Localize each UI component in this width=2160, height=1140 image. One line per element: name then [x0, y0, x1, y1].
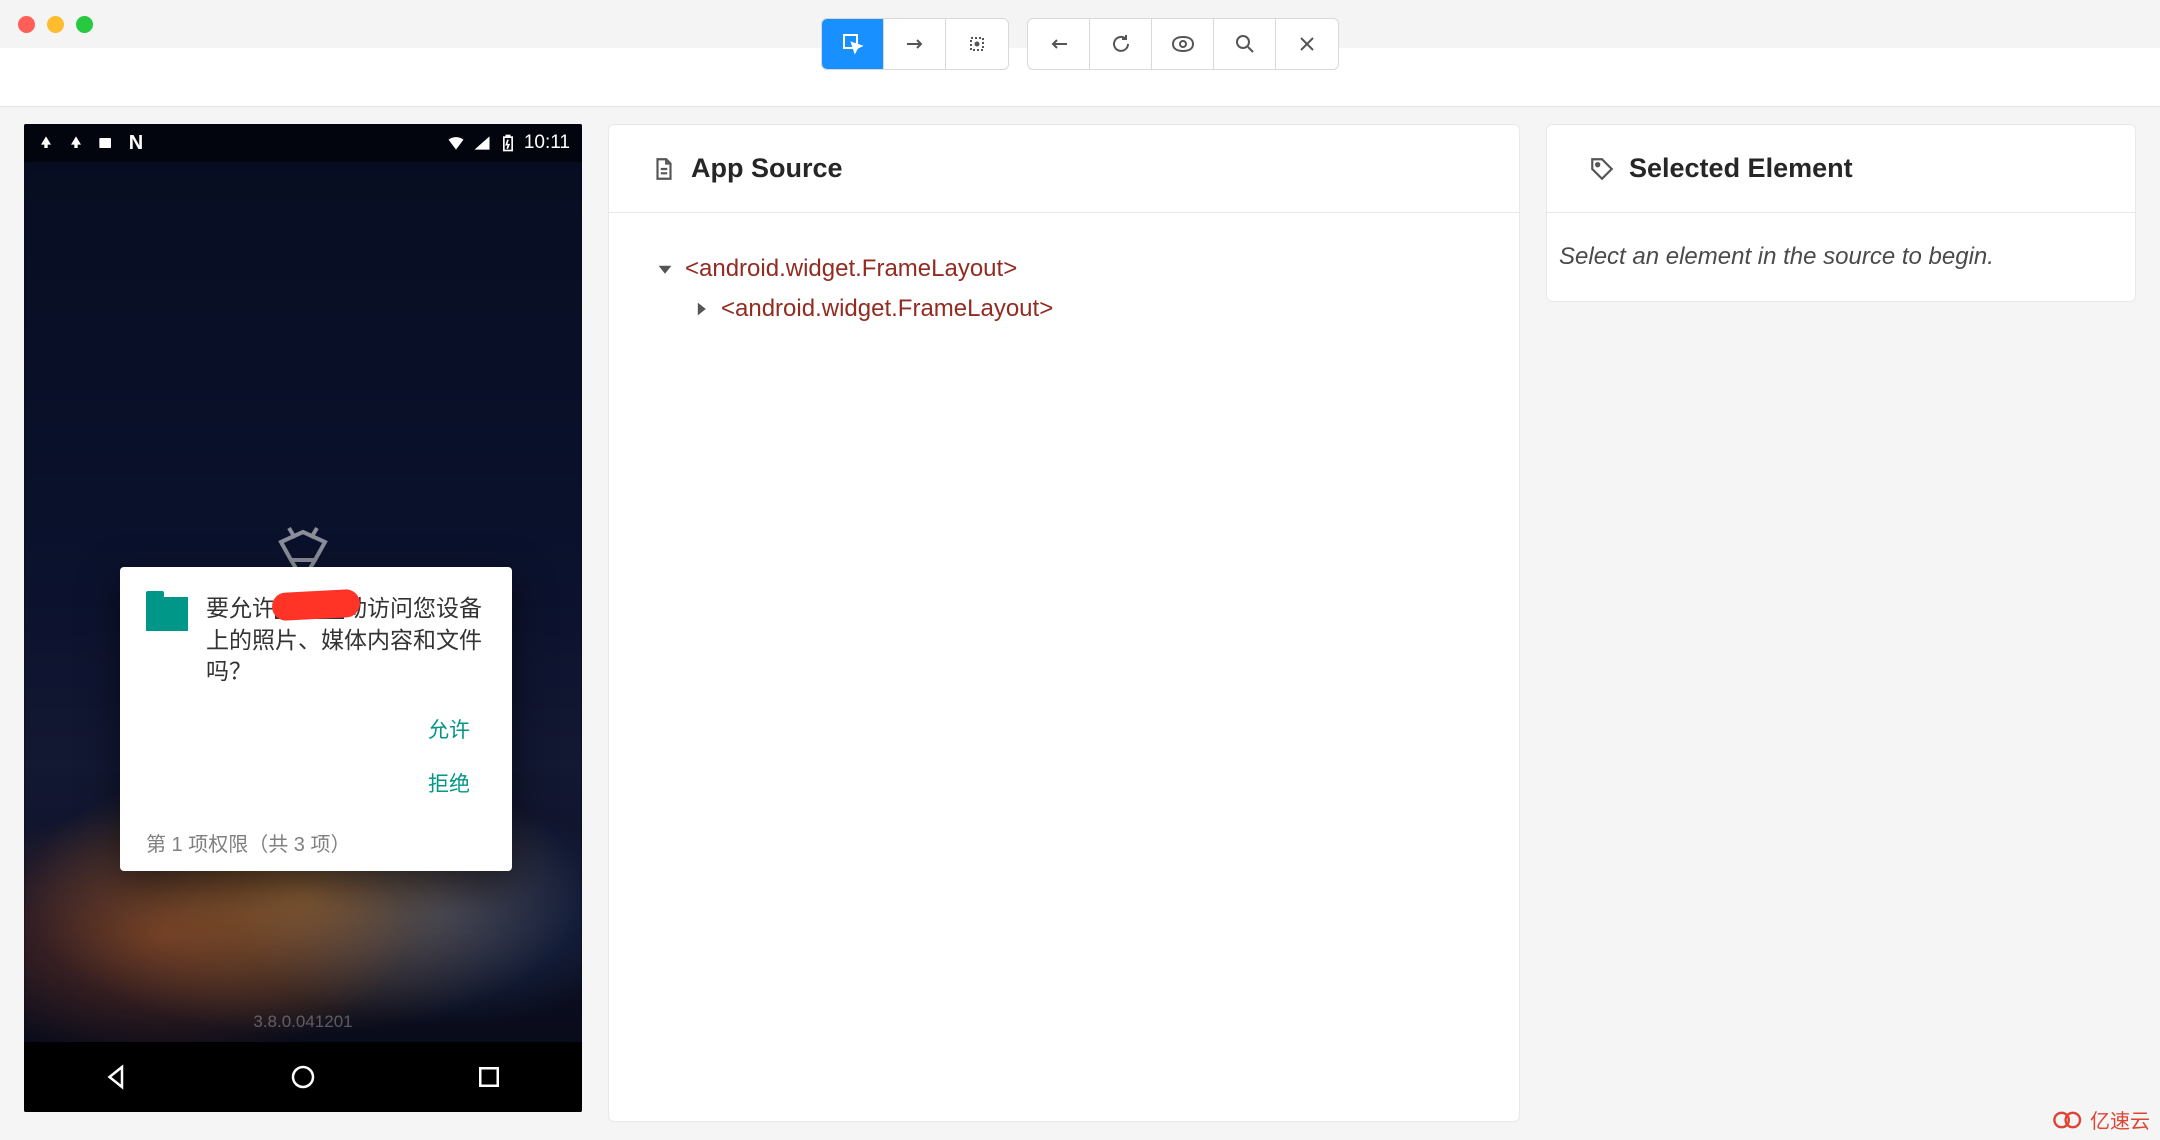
- watermark-text: 亿速云: [2090, 1105, 2150, 1134]
- file-icon: [651, 156, 677, 182]
- n-icon: N: [126, 133, 146, 153]
- allow-button[interactable]: 允许: [420, 702, 478, 756]
- swipe-button[interactable]: [884, 19, 946, 69]
- record-button[interactable]: [1152, 19, 1214, 69]
- android-status-bar: N 10:11: [24, 124, 582, 162]
- permission-dialog: 要允许▇▇▇动访问您设备上的照片、媒体内容和文件吗？ 允许 拒绝 第 1 项权限…: [120, 567, 512, 871]
- nav-home-button[interactable]: [288, 1062, 318, 1092]
- main-area: N 10:11 要允许▇▇▇动访问您设备上的照片、媒体内容和文件吗？ 允许 拒绝: [0, 106, 2160, 1140]
- select-element-button[interactable]: [822, 19, 884, 69]
- app-source-title: App Source: [691, 153, 843, 184]
- notification-icon: [66, 133, 86, 153]
- window-close-button[interactable]: [18, 16, 35, 33]
- app-source-panel: App Source <android.widget.FrameLayout> …: [608, 124, 1520, 1122]
- dialog-message: 要允许▇▇▇动访问您设备上的照片、媒体内容和文件吗？: [206, 593, 486, 688]
- battery-icon: [498, 133, 518, 153]
- watermark: 亿速云: [2052, 1105, 2150, 1134]
- selected-placeholder: Select an element in the source to begin…: [1547, 213, 2135, 301]
- redaction-mark: [271, 589, 360, 622]
- wifi-icon: [446, 133, 466, 153]
- android-navbar: [24, 1042, 582, 1112]
- folder-icon: [146, 597, 188, 631]
- tree-label: <android.widget.FrameLayout>: [685, 255, 1017, 283]
- dialog-counter: 第 1 项权限（共 3 项）: [120, 820, 512, 871]
- tree-node-child[interactable]: <android.widget.FrameLayout>: [693, 289, 1471, 329]
- back-button[interactable]: [1028, 19, 1090, 69]
- selected-element-title: Selected Element: [1629, 153, 1853, 184]
- device-screenshot[interactable]: N 10:11 要允许▇▇▇动访问您设备上的照片、媒体内容和文件吗？ 允许 拒绝: [24, 124, 582, 1112]
- deny-button[interactable]: 拒绝: [420, 756, 478, 810]
- watermark-icon: [2052, 1109, 2084, 1131]
- mode-button-group: [821, 18, 1009, 70]
- tag-icon: [1589, 156, 1615, 182]
- selected-element-panel: Selected Element Select an element in th…: [1546, 124, 2136, 302]
- search-button[interactable]: [1214, 19, 1276, 69]
- quit-button[interactable]: [1276, 19, 1338, 69]
- status-time: 10:11: [524, 132, 570, 154]
- caret-right-icon[interactable]: [693, 301, 709, 317]
- notification-icon: [36, 133, 56, 153]
- card-icon: [96, 133, 116, 153]
- toolbar: [821, 18, 1339, 70]
- action-button-group: [1027, 18, 1339, 70]
- nav-recent-button[interactable]: [474, 1062, 504, 1092]
- window-maximize-button[interactable]: [76, 16, 93, 33]
- nav-back-button[interactable]: [102, 1062, 132, 1092]
- signal-icon: [472, 133, 492, 153]
- tap-coordinates-button[interactable]: [946, 19, 1008, 69]
- tree-label: <android.widget.FrameLayout>: [721, 295, 1053, 323]
- tree-node-root[interactable]: <android.widget.FrameLayout>: [657, 249, 1471, 289]
- window-minimize-button[interactable]: [47, 16, 64, 33]
- version-text: 3.8.0.041201: [253, 1012, 352, 1032]
- caret-down-icon[interactable]: [657, 261, 673, 277]
- refresh-button[interactable]: [1090, 19, 1152, 69]
